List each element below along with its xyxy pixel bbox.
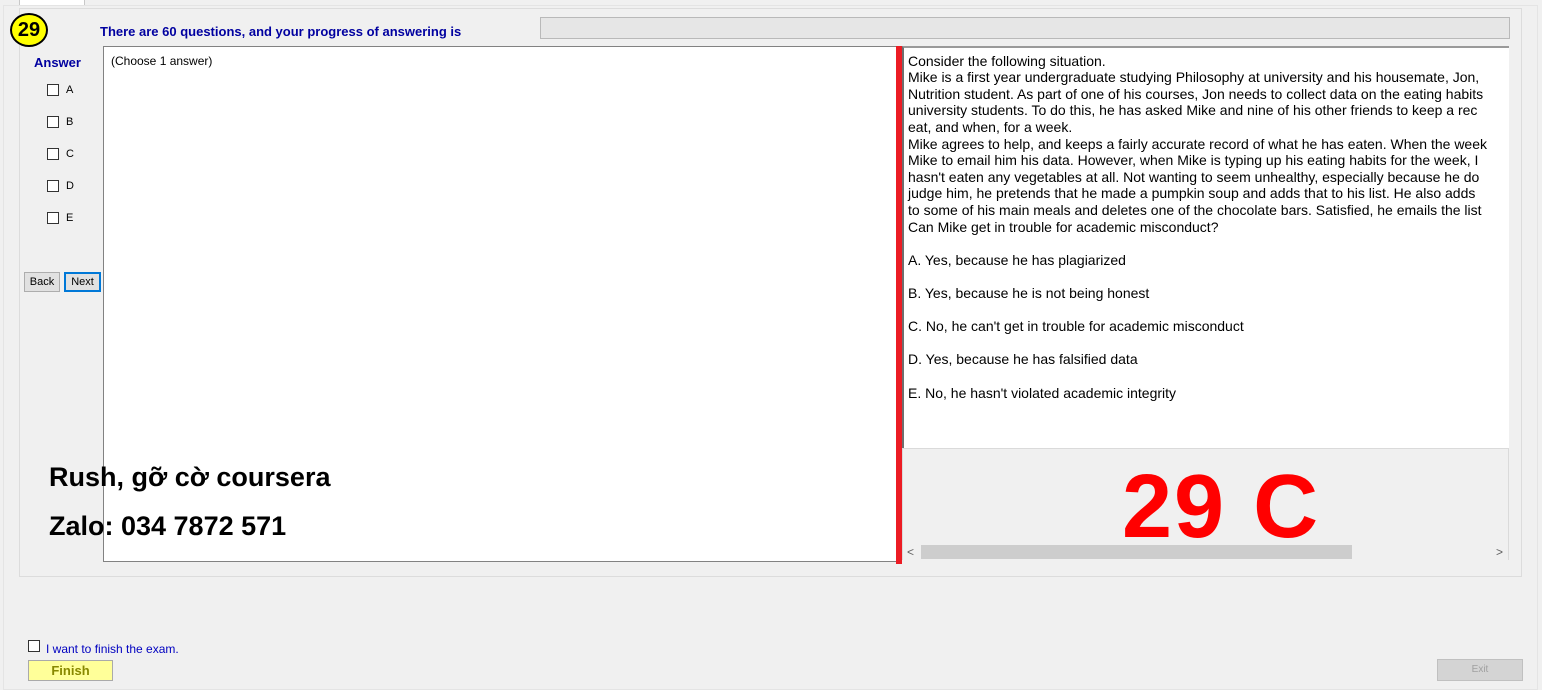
choice-b: B. Yes, because he is not being honest bbox=[908, 285, 1150, 301]
finish-checkbox[interactable] bbox=[28, 640, 40, 652]
horizontal-scrollbar[interactable]: < > bbox=[903, 544, 1508, 560]
question-line: Mike agrees to help, and keeps a fairly … bbox=[908, 136, 1487, 152]
question-line: Mike to email him his data. However, whe… bbox=[908, 152, 1479, 168]
scroll-left-icon[interactable]: < bbox=[907, 544, 914, 560]
answer-instruction: (Choose 1 answer) bbox=[111, 54, 213, 68]
choice-e: E. No, he hasn't violated academic integ… bbox=[908, 385, 1177, 401]
progress-label: There are 60 questions, and your progres… bbox=[100, 24, 462, 39]
question-line: Consider the following situation. bbox=[908, 53, 1106, 69]
question-line: Can Mike get in trouble for academic mis… bbox=[908, 219, 1219, 235]
question-line: university students. To do this, he has … bbox=[908, 102, 1478, 118]
checkbox-d[interactable] bbox=[47, 180, 59, 192]
question-line: to some of his main meals and deletes on… bbox=[908, 202, 1482, 218]
finish-button[interactable]: Finish bbox=[28, 660, 113, 681]
option-c[interactable]: C bbox=[47, 146, 74, 162]
option-a[interactable]: A bbox=[47, 82, 73, 98]
option-d[interactable]: D bbox=[47, 178, 74, 194]
option-e[interactable]: E bbox=[47, 210, 73, 226]
option-e-label: E bbox=[66, 212, 74, 224]
watermark-line2: Zalo: 034 7872 571 bbox=[49, 511, 287, 541]
question-line: Mike is a first year undergraduate study… bbox=[908, 69, 1480, 85]
exit-button[interactable]: Exit bbox=[1437, 659, 1523, 681]
checkbox-b[interactable] bbox=[47, 116, 59, 128]
question-text-box: Consider the following situation. Mike i… bbox=[902, 46, 1509, 448]
question-line: hasn't eaten any vegetables at all. Not … bbox=[908, 169, 1480, 185]
choice-d: D. Yes, because he has falsified data bbox=[908, 351, 1138, 367]
question-line: eat, and when, for a week. bbox=[908, 119, 1073, 135]
next-button[interactable]: Next bbox=[64, 272, 101, 292]
finish-checkbox-label[interactable]: I want to finish the exam. bbox=[46, 642, 179, 656]
progress-bar bbox=[540, 17, 1510, 39]
checkbox-c[interactable] bbox=[47, 148, 59, 160]
option-b[interactable]: B bbox=[47, 114, 73, 130]
back-button[interactable]: Back bbox=[24, 272, 60, 292]
choice-c: C. No, he can't get in trouble for acade… bbox=[908, 318, 1244, 334]
question-number-badge: 29 bbox=[10, 13, 48, 47]
option-a-label: A bbox=[66, 84, 74, 96]
checkbox-a[interactable] bbox=[47, 84, 59, 96]
question-line: Nutrition student. As part of one of his… bbox=[908, 86, 1484, 102]
watermark-line1: Rush, gỡ cờ coursera bbox=[49, 462, 331, 492]
option-d-label: D bbox=[66, 180, 74, 192]
question-line: judge him, he pretends that he made a pu… bbox=[908, 185, 1476, 201]
scroll-right-icon[interactable]: > bbox=[1496, 544, 1503, 560]
option-b-label: B bbox=[66, 116, 74, 128]
choice-a: A. Yes, because he has plagiarized bbox=[908, 252, 1126, 268]
answer-label: Answer bbox=[34, 55, 81, 70]
option-c-label: C bbox=[66, 148, 74, 160]
scroll-thumb[interactable] bbox=[921, 545, 1352, 559]
checkbox-e[interactable] bbox=[47, 212, 59, 224]
